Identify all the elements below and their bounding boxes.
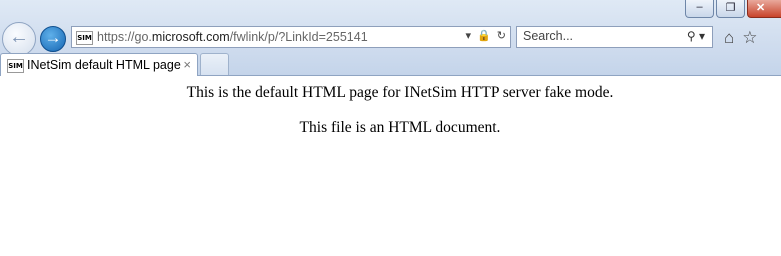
search-box[interactable]: ⚲ ▾ <box>516 26 713 48</box>
new-tab-button[interactable] <box>200 53 229 75</box>
url-path: /fwlink/p/?LinkId=255141 <box>229 30 368 44</box>
tab-favicon-icon: SIM <box>7 59 24 73</box>
page-content: This is the default HTML page for INetSi… <box>0 76 781 256</box>
address-bar-icons: ▾ 🔒 ↻ <box>460 29 506 42</box>
forward-button[interactable]: → <box>40 26 66 52</box>
tab-close-icon[interactable]: × <box>183 57 191 72</box>
close-icon: ✕ <box>756 2 766 14</box>
url-text[interactable]: https://go.microsoft.com/fwlink/p/?LinkI… <box>97 30 368 44</box>
minimize-icon: – <box>696 1 703 13</box>
tab-strip: SIM INetSim default HTML page × <box>0 52 781 76</box>
search-input[interactable] <box>523 29 673 43</box>
tab-inetsim[interactable]: SIM INetSim default HTML page × <box>0 53 198 76</box>
lock-icon[interactable]: 🔒 <box>477 30 491 42</box>
url-prefix: https://go. <box>97 30 152 44</box>
maximize-icon: ❐ <box>725 2 736 14</box>
url-domain: microsoft.com <box>151 30 230 44</box>
search-box-icons: ⚲ ▾ <box>687 29 705 43</box>
favorites-star-icon[interactable]: ☆ <box>742 28 757 47</box>
address-dropdown-icon[interactable]: ▾ <box>466 30 472 42</box>
window-controls: – ❐ ✕ <box>683 0 781 20</box>
site-favicon-icon: SIM <box>76 31 93 45</box>
forward-arrow-icon: → <box>44 28 62 47</box>
search-dropdown-icon[interactable]: ▾ <box>699 29 705 43</box>
home-icon[interactable]: ⌂ <box>724 28 734 47</box>
back-arrow-icon: ← <box>9 26 29 48</box>
close-button[interactable]: ✕ <box>747 0 781 18</box>
back-button[interactable]: ← <box>2 22 36 56</box>
refresh-icon[interactable]: ↻ <box>497 30 506 42</box>
address-bar[interactable]: SIM https://go.microsoft.com/fwlink/p/?L… <box>71 26 511 48</box>
search-icon[interactable]: ⚲ <box>687 29 696 43</box>
page-line-2: This file is an HTML document. <box>299 119 501 136</box>
navigation-bar: ← → SIM https://go.microsoft.com/fwlink/… <box>0 22 781 56</box>
page-line-1: This is the default HTML page for INetSi… <box>186 84 614 101</box>
toolbar-icons: ⌂ ☆ <box>724 28 766 48</box>
browser-chrome: – ❐ ✕ ← → SIM https://go.microsoft.com/f… <box>0 0 781 76</box>
tab-title: INetSim default HTML page <box>27 58 181 72</box>
minimize-button[interactable]: – <box>685 0 714 18</box>
maximize-button[interactable]: ❐ <box>716 0 745 18</box>
